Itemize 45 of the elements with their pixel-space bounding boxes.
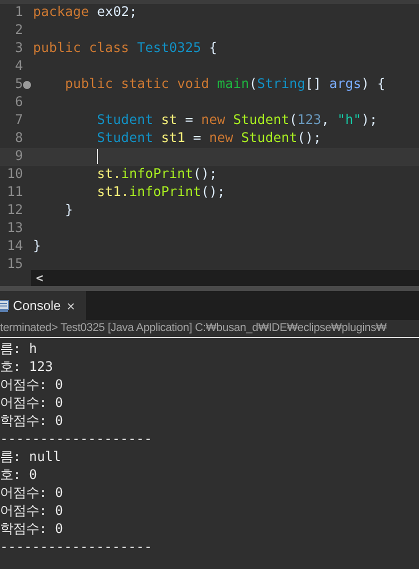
scroll-left-button[interactable]: < <box>31 269 44 287</box>
line-number: 6 <box>14 94 23 112</box>
console-output-line: 어점수: 0 <box>0 395 64 413</box>
console-output-line: ------------------- <box>0 539 154 557</box>
line-number: 3 <box>14 40 23 58</box>
console-output-line: 름: null <box>0 449 62 467</box>
line-number: 2 <box>14 22 23 40</box>
line-number: 15 <box>6 256 23 270</box>
line-number: 8 <box>14 130 23 148</box>
line-number: 10 <box>6 166 23 184</box>
console-output-line: 어점수: 0 <box>0 503 64 521</box>
line-number: 4 <box>14 58 23 76</box>
line-number: 12 <box>6 202 23 220</box>
console-tab[interactable]: Console × <box>0 291 86 320</box>
horizontal-scrollbar[interactable]: < <box>31 270 419 286</box>
line-number: 1 <box>14 4 23 22</box>
code-line: st.infoPrint(); <box>96 166 218 184</box>
console-output-line: 호: 123 <box>0 359 54 377</box>
console-output-line: ------------------- <box>0 431 154 449</box>
console-output-line: 어점수: 0 <box>0 485 64 503</box>
line-number: 9 <box>14 148 23 166</box>
code-line: } <box>33 238 42 256</box>
text-cursor <box>97 149 98 164</box>
line-number: 13 <box>6 220 23 238</box>
line-number: 11 <box>6 184 23 202</box>
fold-icon[interactable] <box>23 81 31 89</box>
code-line: } <box>64 202 74 220</box>
code-line: Student st = new Student(123, "h"); <box>96 112 378 130</box>
close-button[interactable]: × <box>66 298 75 312</box>
console-output-line: 호: 0 <box>0 467 38 485</box>
code-line: st1.infoPrint(); <box>96 184 226 202</box>
line-number: 5 <box>14 76 23 94</box>
line-number: 14 <box>6 238 23 256</box>
console-header: terminated> Test0325 [Java Application] C:₩busan_d₩IDE₩eclipse₩plugins₩ <box>0 321 387 336</box>
code-line: Student st1 = new Student(); <box>96 130 322 148</box>
tab-label: Console <box>13 296 61 315</box>
console-icon <box>0 300 9 312</box>
code-line: package ex02; <box>33 4 138 22</box>
code-line: public class Test0325 { <box>33 40 218 58</box>
console-output-line: 학점수: 0 <box>0 521 64 539</box>
console-output-line: 어점수: 0 <box>0 377 64 395</box>
console-output-line: 학점수: 0 <box>0 413 64 431</box>
console-output-line: 름: h <box>0 341 38 359</box>
code-line: public static void main(String[] args) { <box>64 76 386 94</box>
line-number: 7 <box>14 112 23 130</box>
